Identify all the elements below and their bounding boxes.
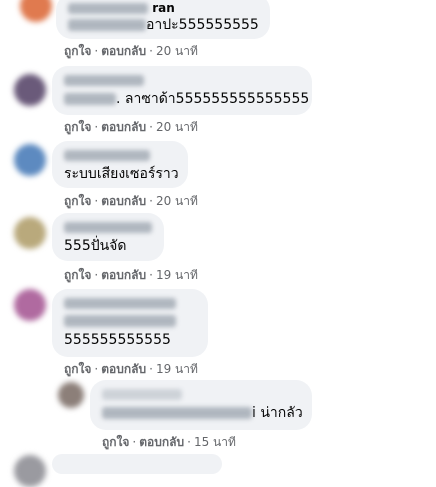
timestamp-link[interactable]: 20 นาที — [156, 44, 198, 58]
redacted-author-name — [64, 298, 176, 309]
separator-dot: · — [149, 362, 153, 376]
comment-author[interactable] — [64, 72, 300, 88]
separator-dot: · — [94, 362, 99, 376]
comment-bubble: 555555555555 — [52, 289, 208, 357]
separator-dot: · — [149, 268, 153, 282]
like-link[interactable]: ถูกใจ — [64, 44, 91, 58]
timestamp-link[interactable]: 20 นาที — [156, 120, 198, 134]
separator-dot: · — [149, 44, 153, 58]
comment-actions: ถูกใจ · ตอบกลับ · 19 นาที — [64, 267, 198, 283]
comment-bubble: . ลาซาด้า555555555555555 — [52, 66, 312, 115]
timestamp-link[interactable]: 20 นาที — [156, 194, 198, 208]
redacted-text — [64, 93, 116, 105]
comment-author[interactable] — [64, 219, 152, 235]
timestamp-link[interactable]: 19 นาที — [156, 268, 198, 282]
next-comment-bubble-partial — [52, 454, 222, 474]
reply-link[interactable]: ตอบกลับ — [101, 120, 146, 134]
separator-dot: · — [149, 194, 153, 208]
separator-dot: · — [94, 268, 99, 282]
redacted-author-name — [64, 150, 150, 161]
commenter-avatar[interactable] — [14, 144, 46, 176]
comment-text: . ลาซาด้า555555555555555 — [64, 90, 309, 108]
comment-author[interactable] — [64, 295, 196, 311]
separator-dot: · — [149, 120, 153, 134]
comment-text-redacted-line — [64, 312, 196, 330]
reply-link[interactable]: ตอบกลับ — [139, 435, 184, 449]
commenter-avatar[interactable] — [14, 74, 46, 106]
comment-actions: ถูกใจ · ตอบกลับ · 15 นาที — [102, 434, 236, 450]
comment-text: 555ปั่นจัด — [64, 238, 127, 254]
comment-text: i น่ากลัว — [102, 404, 303, 422]
like-link[interactable]: ถูกใจ — [64, 120, 91, 134]
redacted-author-name — [68, 3, 148, 14]
timestamp-link[interactable]: 19 นาที — [156, 362, 198, 376]
comment-bubble: ระบบเสียงเซอร์ราว — [52, 141, 188, 188]
comment-actions: ถูกใจ · ตอบกลับ · 20 นาที — [64, 193, 198, 209]
comment-author[interactable]: ran — [68, 0, 258, 16]
commenter-avatar[interactable] — [14, 217, 46, 249]
comment-bubble: i น่ากลัว — [90, 380, 312, 430]
separator-dot: · — [94, 44, 99, 58]
redacted-author-name — [102, 389, 182, 400]
comment-text: ระบบเสียงเซอร์ราว — [64, 166, 179, 182]
like-link[interactable]: ถูกใจ — [102, 435, 129, 449]
comment-text: อาปะ555555555 — [68, 16, 259, 34]
comment-actions: ถูกใจ · ตอบกลับ · 20 นาที — [64, 43, 198, 59]
comment-author[interactable] — [102, 386, 300, 402]
comment-author[interactable] — [64, 147, 176, 163]
redacted-text — [64, 315, 176, 327]
commenter-avatar[interactable] — [58, 382, 84, 408]
comment-bubble: 555ปั่นจัด — [52, 213, 164, 261]
reply-link[interactable]: ตอบกลับ — [101, 44, 146, 58]
reply-link[interactable]: ตอบกลับ — [101, 268, 146, 282]
comment-actions: ถูกใจ · ตอบกลับ · 20 นาที — [64, 119, 198, 135]
commenter-avatar[interactable] — [14, 289, 46, 321]
separator-dot: · — [132, 435, 137, 449]
separator-dot: · — [94, 194, 99, 208]
like-link[interactable]: ถูกใจ — [64, 362, 91, 376]
separator-dot: · — [187, 435, 191, 449]
comment-text: 555555555555 — [64, 332, 171, 348]
separator-dot: · — [94, 120, 99, 134]
redacted-text — [68, 19, 146, 31]
comment-actions: ถูกใจ · ตอบกลับ · 19 นาที — [64, 361, 198, 377]
like-link[interactable]: ถูกใจ — [64, 194, 91, 208]
comment-bubble: ran อาปะ555555555 — [56, 0, 270, 39]
timestamp-link[interactable]: 15 นาที — [194, 435, 236, 449]
commenter-avatar[interactable] — [20, 0, 52, 22]
reply-link[interactable]: ตอบกลับ — [101, 194, 146, 208]
redacted-text — [102, 407, 252, 419]
reply-link[interactable]: ตอบกลับ — [101, 362, 146, 376]
redacted-author-name — [64, 75, 144, 86]
redacted-author-name — [64, 222, 152, 233]
like-link[interactable]: ถูกใจ — [64, 268, 91, 282]
